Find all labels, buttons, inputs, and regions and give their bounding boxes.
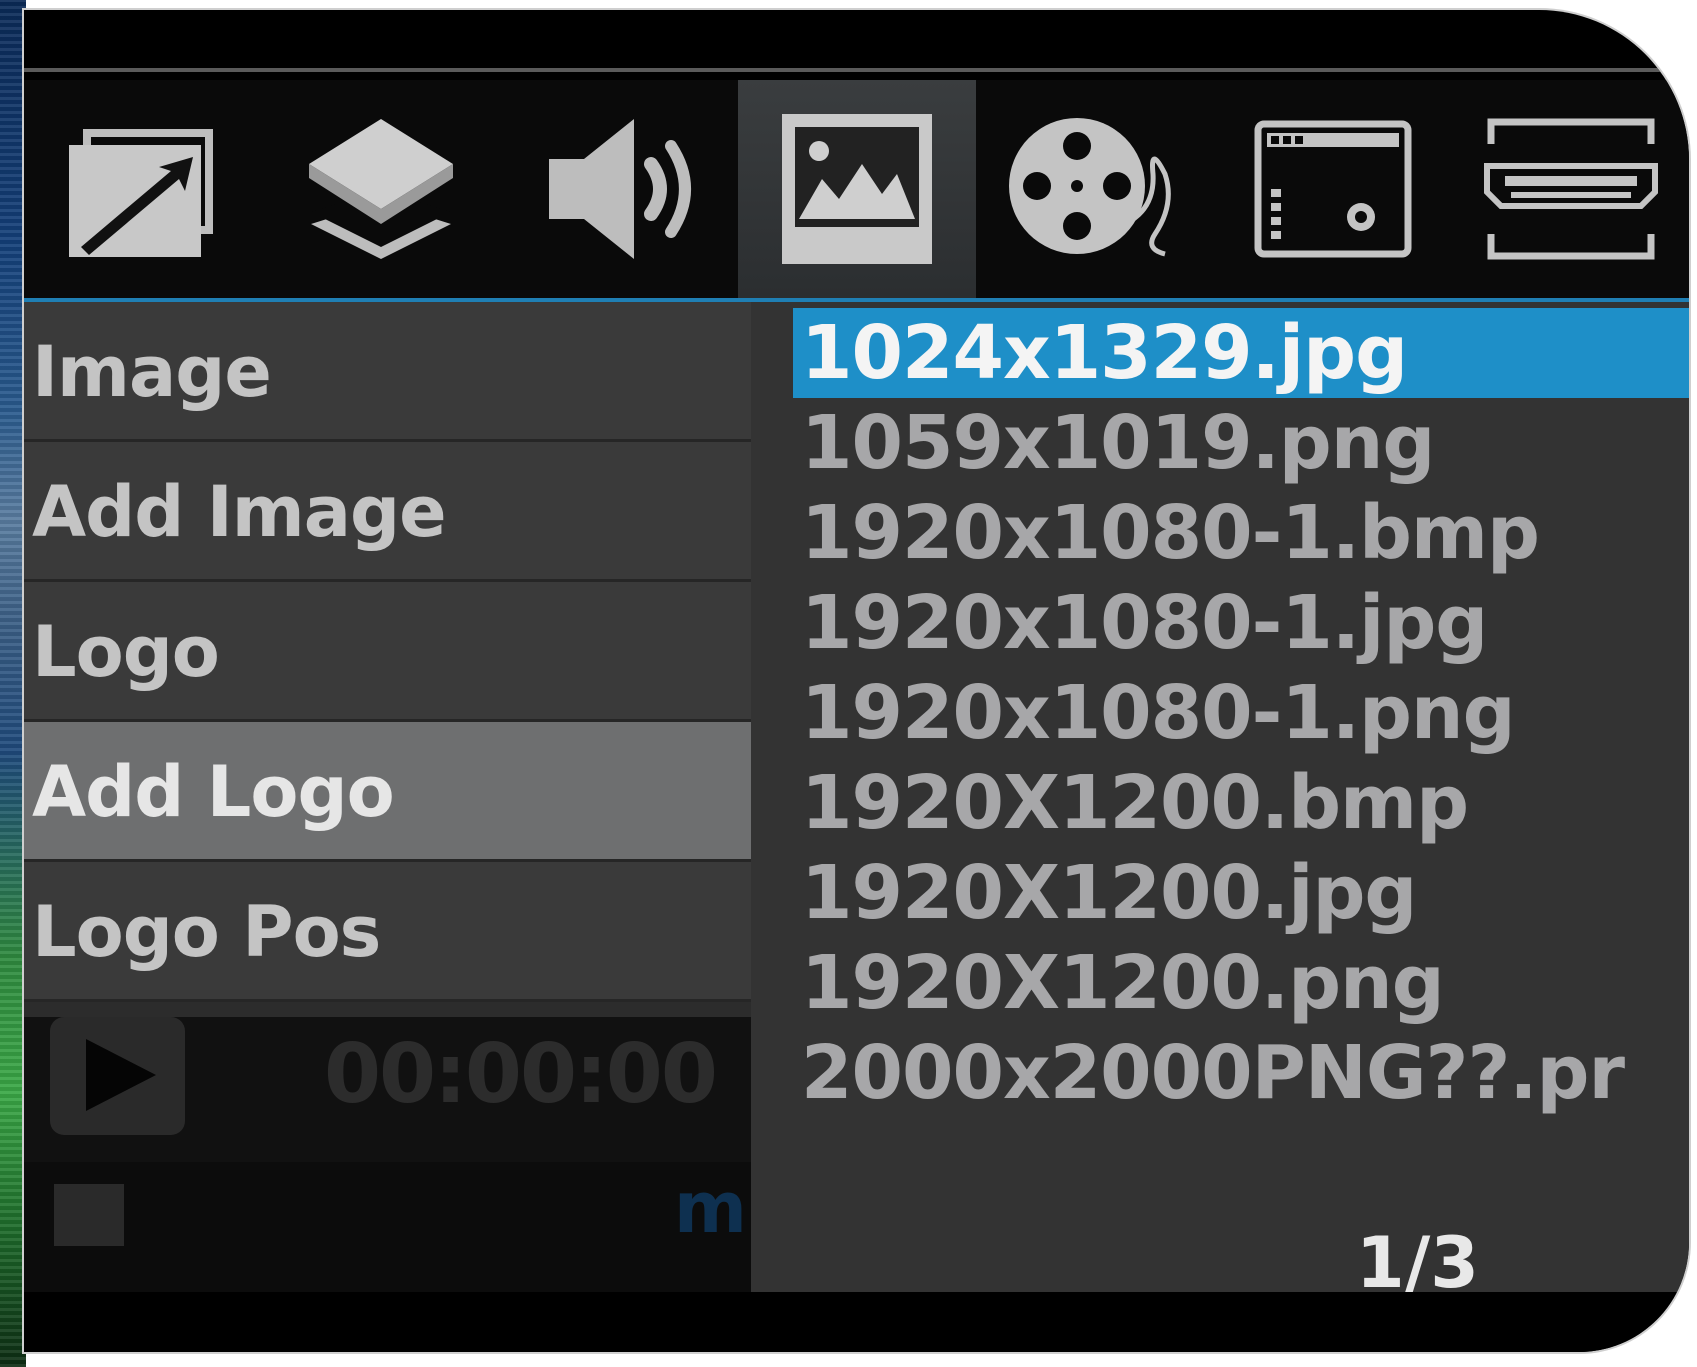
- video-reel-icon: [1009, 118, 1171, 257]
- menu-item-add-image[interactable]: Add Image: [24, 442, 751, 582]
- osd-panel: Image Add Image Logo Add Logo Logo Pos 0…: [24, 10, 1689, 1352]
- player-bar: 00:00:00: [24, 1017, 751, 1162]
- file-item[interactable]: 2000x2000PNG??.pr: [793, 1028, 1689, 1118]
- file-item[interactable]: 1920x1080-1.bmp: [793, 488, 1689, 578]
- tab-system[interactable]: [1214, 80, 1452, 298]
- file-item[interactable]: 1059x1019.png: [793, 398, 1689, 488]
- tab-video[interactable]: [976, 80, 1214, 298]
- tab-hdmi[interactable]: [1452, 80, 1689, 298]
- file-item[interactable]: 1920X1200.jpg: [793, 848, 1689, 938]
- file-list: 1024x1329.jpg 1059x1019.png 1920x1080-1.…: [751, 302, 1689, 1304]
- audio-icon: [549, 119, 691, 259]
- tab-audio[interactable]: [500, 80, 738, 298]
- menu-item-image[interactable]: Image: [24, 302, 751, 442]
- background-video-strip: [0, 0, 26, 1367]
- menu-item-add-logo[interactable]: Add Logo: [24, 722, 751, 862]
- menu-item-logo-pos[interactable]: Logo Pos: [24, 862, 751, 1002]
- file-item[interactable]: 1920x1080-1.png: [793, 668, 1689, 758]
- picture-size-icon: [69, 129, 213, 257]
- play-button[interactable]: [50, 1017, 185, 1135]
- play-icon: [86, 1039, 156, 1111]
- timecode: 00:00:00: [324, 1027, 718, 1122]
- bottom-edge: [24, 1292, 1689, 1352]
- image-icon: [782, 114, 932, 264]
- file-item[interactable]: 1024x1329.jpg: [793, 308, 1689, 398]
- tab-image[interactable]: [738, 80, 976, 298]
- hdmi-icon: [1484, 118, 1658, 260]
- file-item[interactable]: 1920x1080-1.jpg: [793, 578, 1689, 668]
- tab-bar: [24, 80, 1689, 300]
- layers-icon: [309, 119, 453, 259]
- bottom-glyph: m: [674, 1167, 747, 1249]
- file-item[interactable]: 1920X1200.bmp: [793, 758, 1689, 848]
- folder-icon: [54, 1184, 124, 1246]
- file-item[interactable]: 1920X1200.png: [793, 938, 1689, 1028]
- top-divider: [24, 68, 1664, 72]
- settings-menu: Image Add Image Logo Add Logo Logo Pos: [24, 302, 751, 1017]
- system-settings-icon: [1254, 120, 1412, 258]
- bottom-bar: m: [24, 1162, 751, 1292]
- menu-item-logo[interactable]: Logo: [24, 582, 751, 722]
- tab-layers[interactable]: [262, 80, 500, 298]
- tab-picture-size[interactable]: [24, 80, 262, 298]
